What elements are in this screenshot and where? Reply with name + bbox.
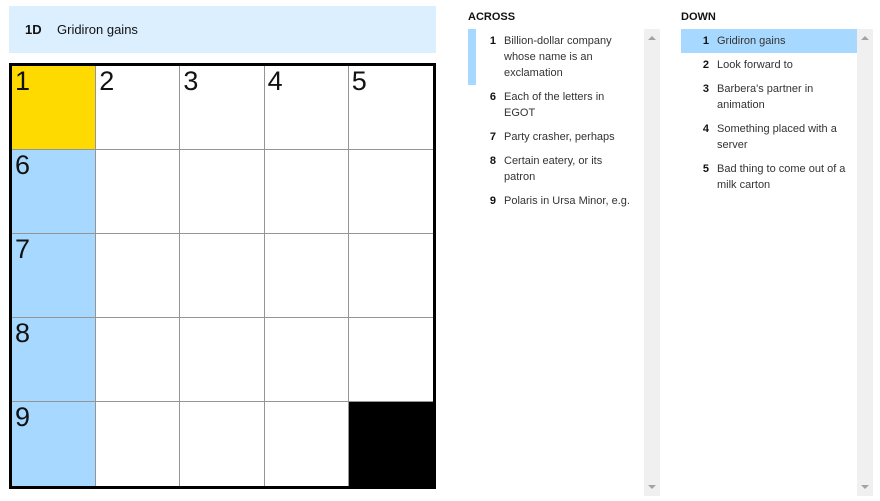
clue-text: Polaris in Ursa Minor, e.g. <box>504 195 630 207</box>
grid-cell[interactable] <box>180 318 265 402</box>
cell-number: 9 <box>15 402 31 432</box>
grid-cell[interactable]: 2 <box>96 66 181 150</box>
across-clue-item[interactable]: 7 Party crasher, perhaps <box>468 125 644 149</box>
crossword-grid[interactable]: 1 2 3 4 5 6 7 8 9 <box>9 63 436 489</box>
down-clue-list[interactable]: 1 Gridiron gains 2 Look forward to 3 Barbera'… <box>681 29 873 496</box>
down-clue-item[interactable]: 3 Barbera's partner in animation <box>681 77 857 117</box>
clue-text: Gridiron gains <box>717 35 786 47</box>
grid-cell[interactable] <box>96 402 181 486</box>
clue-number: 9 <box>489 195 496 207</box>
grid-cell[interactable]: 4 <box>264 66 349 150</box>
grid-cell[interactable] <box>264 150 349 234</box>
clue-text: Bad thing to come out of a milk carton <box>717 163 846 191</box>
current-clue-label: 1D <box>25 22 42 37</box>
grid-cell[interactable] <box>96 150 181 234</box>
grid-cell[interactable]: 8 <box>12 318 97 402</box>
clue-number: 4 <box>702 123 709 135</box>
grid-cell[interactable]: 6 <box>12 150 97 234</box>
clue-number: 1 <box>489 35 496 47</box>
grid-cell[interactable] <box>180 402 265 486</box>
across-scrollbar[interactable] <box>644 29 660 496</box>
cell-number: 1 <box>15 66 31 96</box>
cell-number: 7 <box>15 234 31 264</box>
grid-cell[interactable]: 3 <box>180 66 265 150</box>
down-clue-item[interactable]: 1 Gridiron gains <box>681 29 857 53</box>
scroll-down-arrow-icon[interactable] <box>861 485 869 489</box>
grid-block-cell <box>348 402 433 486</box>
across-clue-item[interactable]: 1 Billion-dollar company whose name is an… <box>468 29 644 85</box>
clue-text: Party crasher, perhaps <box>504 131 615 143</box>
down-clue-item[interactable]: 5 Bad thing to come out of a milk carton <box>681 157 857 197</box>
grid-cell[interactable] <box>180 234 265 318</box>
grid-cell[interactable] <box>264 234 349 318</box>
clue-text: Certain eatery, or its patron <box>504 155 603 183</box>
cell-number: 8 <box>15 318 31 348</box>
clue-number: 7 <box>489 131 496 143</box>
clue-number: 1 <box>702 35 709 47</box>
grid-cell[interactable]: 9 <box>12 402 97 486</box>
across-clue-list[interactable]: 1 Billion-dollar company whose name is an… <box>468 29 660 496</box>
grid-cell[interactable] <box>96 318 181 402</box>
grid-cell[interactable] <box>264 402 349 486</box>
clue-number: 3 <box>702 83 709 95</box>
scroll-up-arrow-icon[interactable] <box>861 36 869 40</box>
cell-number: 2 <box>99 66 115 96</box>
clue-text: Each of the letters in EGOT <box>504 91 605 119</box>
scroll-up-arrow-icon[interactable] <box>648 36 656 40</box>
grid-cell[interactable] <box>348 150 433 234</box>
scroll-down-arrow-icon[interactable] <box>648 485 656 489</box>
cell-number: 4 <box>267 66 283 96</box>
across-clue-item[interactable]: 8 Certain eatery, or its patron <box>468 149 644 189</box>
across-title: ACROSS <box>468 11 516 23</box>
clue-text: Billion-dollar company whose name is an … <box>504 35 612 79</box>
grid-cell[interactable] <box>264 318 349 402</box>
cell-number: 6 <box>15 150 31 180</box>
grid-cell[interactable]: 1 <box>12 66 97 150</box>
down-clue-item[interactable]: 4 Something placed with a server <box>681 117 857 157</box>
down-clue-items: 1 Gridiron gains 2 Look forward to 3 Barbera'… <box>681 29 857 496</box>
down-clue-item[interactable]: 2 Look forward to <box>681 53 857 77</box>
clue-text: Look forward to <box>717 59 793 71</box>
down-title: DOWN <box>681 11 716 23</box>
grid-cell[interactable]: 7 <box>12 234 97 318</box>
current-clue-text: Gridiron gains <box>57 22 138 37</box>
clue-number: 2 <box>702 59 709 71</box>
across-clue-item[interactable]: 6 Each of the letters in EGOT <box>468 85 644 125</box>
grid-cell[interactable] <box>96 234 181 318</box>
cell-number: 5 <box>351 66 367 96</box>
across-clue-item[interactable]: 9 Polaris in Ursa Minor, e.g. <box>468 189 644 213</box>
clue-number: 8 <box>489 155 496 167</box>
grid-cell[interactable]: 5 <box>348 66 433 150</box>
grid-cell[interactable] <box>180 150 265 234</box>
cell-number: 3 <box>183 66 199 96</box>
down-scrollbar[interactable] <box>857 29 873 496</box>
clue-text: Something placed with a server <box>717 123 837 151</box>
clue-number: 5 <box>702 163 709 175</box>
grid-cell[interactable] <box>348 234 433 318</box>
across-clue-items: 1 Billion-dollar company whose name is an… <box>468 29 644 496</box>
clue-number: 6 <box>489 91 496 103</box>
current-clue-bar: 1D Gridiron gains <box>9 6 436 53</box>
clue-text: Barbera's partner in animation <box>717 83 814 111</box>
grid-cell[interactable] <box>348 318 433 402</box>
